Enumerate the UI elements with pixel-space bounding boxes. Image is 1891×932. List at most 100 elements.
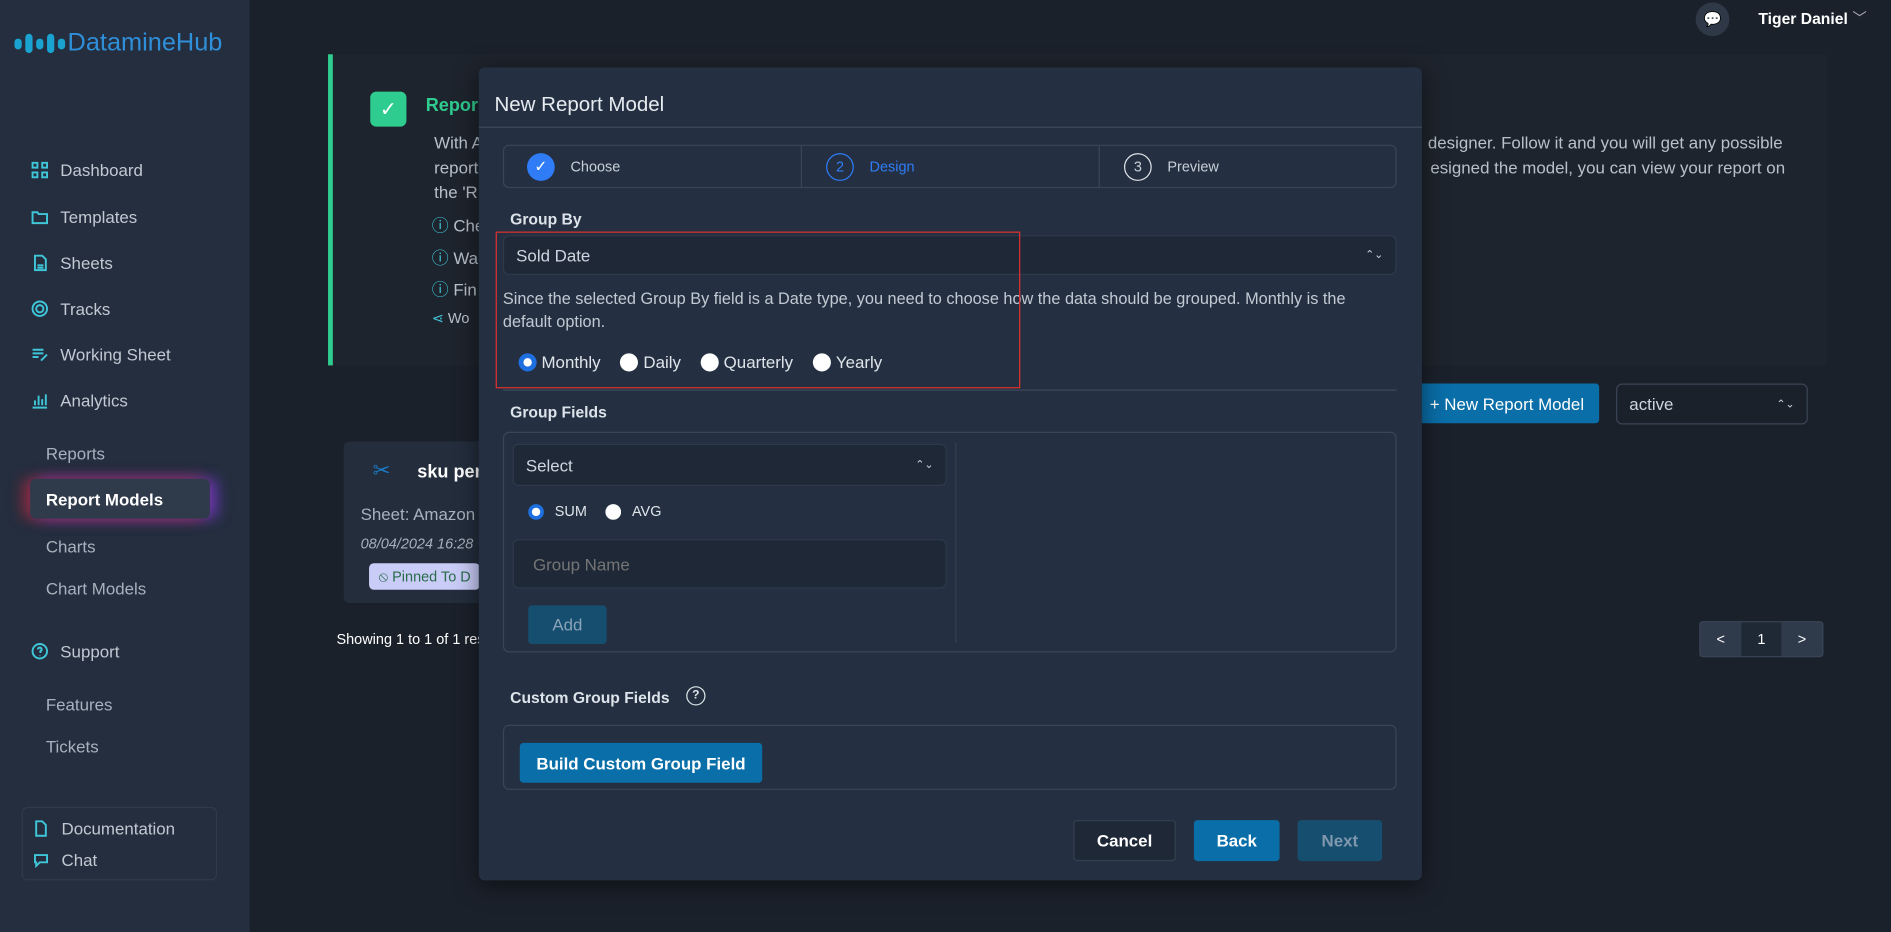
step-label: Design xyxy=(869,157,915,175)
custom-group-panel: Build Custom Group Field xyxy=(502,724,1397,790)
grid-icon xyxy=(31,161,48,179)
info-text: designer. Follow it and you will get any… xyxy=(1427,132,1783,152)
list-edit-icon xyxy=(32,348,48,362)
info-title: Repor xyxy=(425,95,478,116)
messages-button[interactable]: 💬 xyxy=(1695,2,1730,37)
sidebar-item-label: Sheets xyxy=(60,253,113,273)
divider xyxy=(478,126,1422,128)
design-tools-icon: ✂ xyxy=(372,458,391,483)
document-icon xyxy=(35,820,47,837)
radio-label: Monthly xyxy=(541,352,601,372)
sidebar-item-charts[interactable]: Charts xyxy=(46,537,96,556)
sidebar-item-working-sheet[interactable]: Working Sheet xyxy=(31,344,171,365)
sidebar-item-support[interactable]: Support xyxy=(31,642,119,661)
sidebar-item-label: Analytics xyxy=(60,390,128,411)
sidebar-item-templates[interactable]: Templates xyxy=(31,207,138,227)
info-text: the 'R xyxy=(434,182,478,202)
sidebar-item-label: Templates xyxy=(60,207,138,227)
group-by-select[interactable]: Sold Date ⌃⌄ xyxy=(502,235,1397,275)
build-custom-group-field-button[interactable]: Build Custom Group Field xyxy=(519,742,763,783)
sidebar: DatamineHub Dashboard Templates Sheets T… xyxy=(0,0,250,932)
check-icon: ✓ xyxy=(370,91,407,127)
back-button[interactable]: Back xyxy=(1193,820,1280,862)
new-report-model-dialog: New Report Model ✓ Choose 2 Design 3 Previe… xyxy=(478,67,1422,881)
bar-chart-icon xyxy=(32,394,48,409)
aggregation-radios: SUM AVG xyxy=(528,503,676,523)
radio-label: Yearly xyxy=(835,352,883,372)
radio-yearly[interactable]: Yearly xyxy=(812,352,883,372)
step-design[interactable]: 2 Design xyxy=(800,145,1099,187)
logo[interactable]: DatamineHub xyxy=(14,29,222,58)
step-choose[interactable]: ✓ Choose xyxy=(504,146,801,187)
sidebar-item-chart-models[interactable]: Chart Models xyxy=(46,579,146,598)
share-icon: ⋖ xyxy=(431,309,444,327)
chat-icon xyxy=(34,854,48,869)
radio-unchecked xyxy=(812,352,832,371)
help-icon xyxy=(31,643,48,660)
card-title: sku per xyxy=(417,461,482,483)
chat-label: Chat xyxy=(61,850,98,870)
sidebar-item-label: Working Sheet xyxy=(60,344,171,365)
info-text: report xyxy=(434,157,479,178)
card-date: 08/04/2024 16:28 xyxy=(360,535,474,553)
pagination: < 1 > xyxy=(1699,621,1824,658)
step-preview[interactable]: 3 Preview xyxy=(1098,145,1396,187)
next-button[interactable]: Next xyxy=(1297,820,1383,862)
radio-label: SUM xyxy=(554,502,587,520)
step-number: 2 xyxy=(826,152,854,181)
chat-bubble-icon: 💬 xyxy=(1703,10,1722,28)
group-by-help: Since the selected Group By field is a D… xyxy=(502,289,1346,331)
sidebar-item-tickets[interactable]: Tickets xyxy=(46,737,99,756)
sidebar-item-features[interactable]: Features xyxy=(46,695,113,714)
status-select[interactable]: active ⌃⌄ xyxy=(1616,383,1808,425)
custom-group-fields-label: Custom Group Fields xyxy=(510,688,670,707)
prev-page-button[interactable]: < xyxy=(1700,622,1741,656)
next-page-button[interactable]: > xyxy=(1782,622,1823,656)
group-interval-radios: Monthly Daily Quarterly Yearly xyxy=(518,352,897,377)
sidebar-item-label: Support xyxy=(60,641,120,661)
folder-icon xyxy=(31,211,48,225)
dialog-title: New Report Model xyxy=(494,92,665,116)
page-1-button[interactable]: 1 xyxy=(1741,622,1782,657)
sidebar-item-analytics[interactable]: Analytics xyxy=(31,391,128,410)
pinned-badge-label: Pinned To D xyxy=(392,568,471,585)
group-by-value: Sold Date xyxy=(516,245,591,265)
radio-monthly[interactable]: Monthly xyxy=(518,352,601,372)
sidebar-item-label: Dashboard xyxy=(60,160,143,180)
cancel-button[interactable]: Cancel xyxy=(1073,820,1176,862)
radio-checked xyxy=(528,503,544,520)
add-button[interactable]: Add xyxy=(528,605,607,645)
sidebar-item-dashboard[interactable]: Dashboard xyxy=(31,160,143,180)
info-icon: ⓘ xyxy=(431,279,449,300)
radio-unchecked xyxy=(620,352,639,371)
logo-text: DatamineHub xyxy=(67,28,223,57)
radio-avg[interactable]: AVG xyxy=(605,503,661,520)
logo-icon xyxy=(14,33,66,54)
chat-link[interactable]: Chat xyxy=(33,850,98,870)
sort-icon: ⌃⌄ xyxy=(1776,397,1795,410)
group-field-select[interactable]: Select ⌃⌄ xyxy=(512,443,947,487)
radio-label: Quarterly xyxy=(723,352,794,372)
radar-icon xyxy=(31,300,48,317)
select-placeholder: Select xyxy=(525,455,573,475)
radio-sum[interactable]: SUM xyxy=(528,503,587,520)
chevron-down-icon[interactable]: ﹀ xyxy=(1852,7,1866,28)
radio-daily[interactable]: Daily xyxy=(620,352,681,371)
info-text: esigned the model, you can view your rep… xyxy=(1430,157,1786,178)
step-label: Preview xyxy=(1167,157,1219,175)
info-bullet: Wo xyxy=(447,309,470,327)
group-fields-panel: Select ⌃⌄ SUM AVG Add xyxy=(502,431,1397,653)
sidebar-item-sheets[interactable]: Sheets xyxy=(31,253,113,273)
check-icon: ✓ xyxy=(527,152,555,181)
group-name-input[interactable] xyxy=(512,539,947,589)
user-name[interactable]: Tiger Daniel xyxy=(1758,10,1847,28)
sort-icon: ⌃⌄ xyxy=(915,458,934,471)
radio-quarterly[interactable]: Quarterly xyxy=(700,352,794,372)
sidebar-item-tracks[interactable]: Tracks xyxy=(31,299,110,318)
sidebar-item-reports[interactable]: Reports xyxy=(46,444,105,463)
new-report-model-button[interactable]: + New Report Model xyxy=(1414,383,1600,424)
sidebar-item-report-models[interactable]: Report Models xyxy=(30,478,210,519)
radio-checked xyxy=(518,352,537,371)
help-icon[interactable]: ? xyxy=(686,686,706,706)
documentation-link[interactable]: Documentation xyxy=(33,819,176,838)
